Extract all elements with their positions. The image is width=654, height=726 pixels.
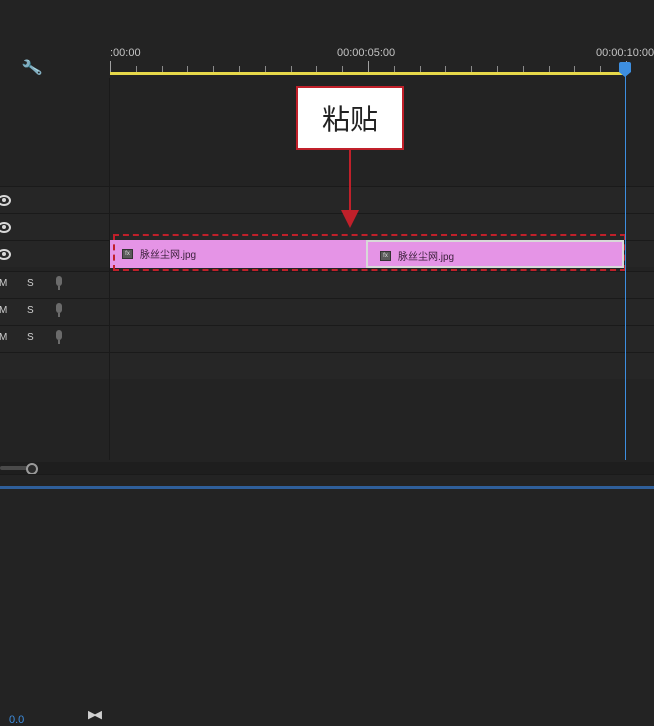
panel-divider: [109, 78, 110, 460]
track-lane-master[interactable]: [110, 353, 654, 379]
track-header-audio-2: M S: [0, 299, 109, 325]
ruler-tick: [419, 66, 421, 72]
callout-arrow-head: [341, 210, 359, 228]
track-lane-audio-2[interactable]: [110, 299, 654, 325]
bow-tie-icon[interactable]: ▶◀: [88, 708, 102, 721]
solo-button[interactable]: S: [27, 332, 34, 343]
ruler-tick: [213, 66, 215, 72]
fx-badge-icon: fx: [122, 249, 133, 259]
track-header-video-1: [0, 241, 109, 267]
callout-arrow-line: [349, 150, 351, 212]
solo-button[interactable]: S: [27, 278, 34, 289]
ruler-tick: [497, 66, 498, 72]
fx-badge-icon: fx: [380, 251, 391, 261]
paste-callout: 粘贴: [296, 86, 404, 150]
mute-button[interactable]: M: [0, 305, 7, 316]
ruler-tick: [368, 61, 369, 72]
ruler-tick: [393, 66, 395, 72]
track-row-audio-1: M S: [0, 271, 654, 298]
clip-name: 脉丝尘网.jpg: [140, 250, 197, 261]
playhead-line: [625, 68, 626, 460]
ruler-tick: [574, 66, 576, 72]
ruler-tick: [135, 66, 137, 72]
video-clip[interactable]: fx 脉丝尘网.jpg: [110, 240, 366, 268]
time-ruler[interactable]: :00:00 00:00:05:00 00:00:10:00: [110, 0, 654, 78]
wrench-icon[interactable]: 🔧: [20, 56, 44, 79]
solo-button[interactable]: S: [27, 305, 34, 316]
work-area-bar[interactable]: [110, 72, 626, 75]
clip-name: 脉丝尘网.jpg: [398, 252, 455, 263]
ruler-tick: [110, 61, 111, 72]
ruler-tick: [548, 66, 550, 72]
ruler-tick: [290, 66, 292, 72]
timecode-10s: 00:00:10:00: [596, 47, 654, 59]
eye-icon[interactable]: [0, 249, 11, 260]
video-clip-pasted[interactable]: fx 脉丝尘网.jpg: [366, 240, 624, 268]
track-lane-audio-1[interactable]: [110, 272, 654, 298]
mute-button[interactable]: M: [0, 332, 7, 343]
ruler-tick: [522, 66, 524, 72]
timecode-start: :00:00: [110, 47, 141, 59]
microphone-icon[interactable]: [56, 330, 62, 344]
ruler-tick: [445, 66, 447, 72]
clip-body: fx 脉丝尘网.jpg: [372, 246, 618, 263]
mute-button[interactable]: M: [0, 278, 7, 289]
master-volume-value[interactable]: 0.0: [9, 714, 24, 726]
ruler-tick: [600, 66, 602, 72]
ruler-tick: [342, 66, 344, 72]
eye-icon[interactable]: [0, 222, 11, 233]
track-row-master: 0.0 ▶◀: [0, 352, 654, 726]
ruler-tick: [471, 66, 473, 72]
track-row-audio-3: M S: [0, 325, 654, 352]
track-header-master: 0.0 ▶◀: [0, 353, 109, 726]
playhead-icon[interactable]: [619, 62, 631, 77]
ruler-tick: [187, 66, 189, 72]
track-header-audio-1: M S: [0, 272, 109, 298]
track-header-audio-3: M S: [0, 326, 109, 352]
eye-icon[interactable]: [0, 195, 11, 206]
track-header-video-2: [0, 214, 109, 240]
ruler-tick: [316, 66, 318, 72]
ruler-tick: [264, 66, 266, 72]
timecode-5s: 00:00:05:00: [337, 47, 396, 59]
microphone-icon[interactable]: [56, 303, 62, 317]
track-lane-audio-3[interactable]: [110, 326, 654, 352]
horizontal-scrollbar[interactable]: [0, 462, 654, 474]
track-row-video-2: [0, 213, 654, 240]
ruler-tick: [239, 66, 240, 72]
track-lane-video-2[interactable]: [110, 214, 654, 240]
track-row-audio-2: M S: [0, 298, 654, 325]
track-lane-video-3[interactable]: [110, 187, 654, 213]
microphone-icon[interactable]: [56, 276, 62, 290]
track-header-video-3: [0, 187, 109, 213]
ruler-tick: [161, 66, 163, 72]
track-row-video-3: [0, 186, 654, 213]
